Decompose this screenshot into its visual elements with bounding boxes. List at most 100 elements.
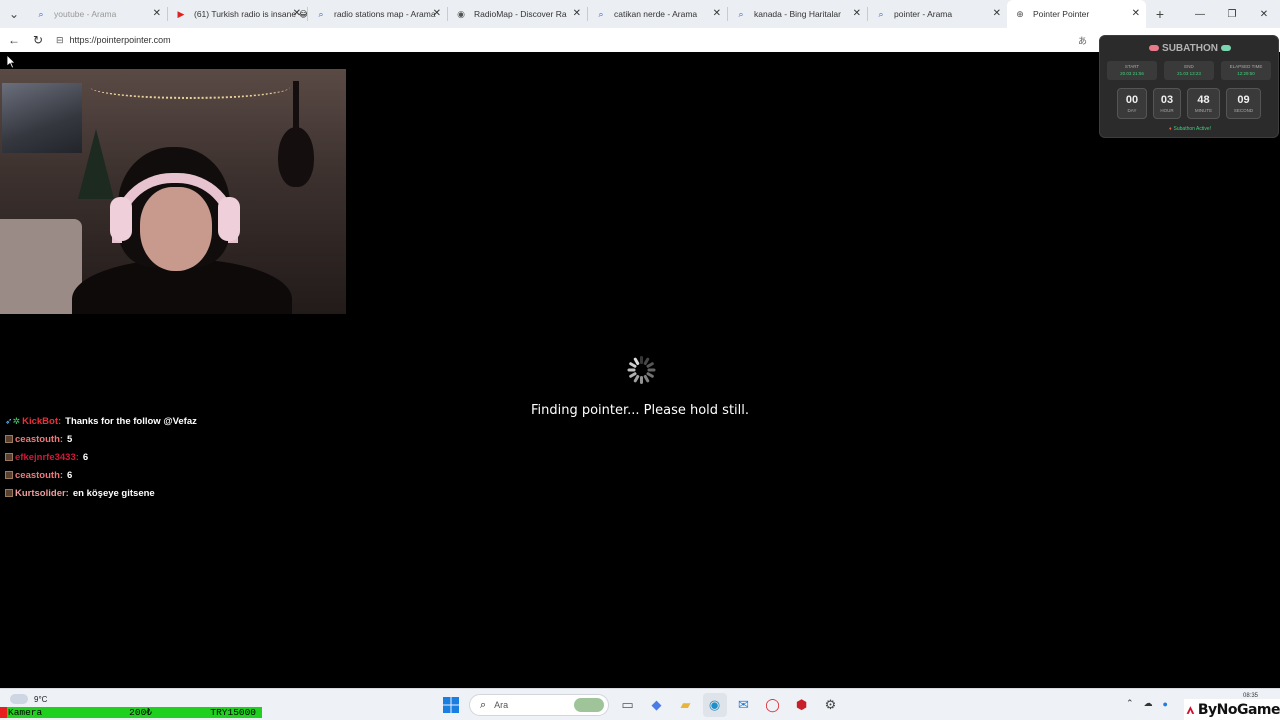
steam-button[interactable]: ⚙: [819, 693, 843, 717]
chat-username: ceastouth:: [15, 469, 64, 481]
refresh-button[interactable]: ↻: [26, 28, 50, 52]
minimize-button[interactable]: —: [1184, 0, 1216, 28]
tab-1[interactable]: ▶ (61) Turkish radio is insane 😂 ✕: [168, 0, 307, 28]
chevron-up-icon[interactable]: ⌃: [1126, 698, 1134, 709]
close-tab-icon[interactable]: ✕: [993, 8, 1001, 19]
opera-icon: ◯: [765, 697, 780, 712]
windows-logo-icon: [442, 697, 459, 713]
page-viewport[interactable]: Finding pointer... Please hold still. ➶✲…: [0, 52, 1277, 686]
chat-message: Kurtsolider: en köşeye gitsene: [5, 484, 197, 502]
system-tray: ⌃ ☁ ●: [1126, 698, 1178, 709]
donation-amount: 200₺: [129, 707, 152, 718]
new-tab-button[interactable]: +: [1146, 6, 1174, 22]
tab-actions-menu-button[interactable]: ⌄: [0, 0, 28, 28]
weather-widget[interactable]: 9°C: [10, 694, 47, 704]
edge-button[interactable]: ◉: [702, 693, 727, 717]
taskbar-search-input[interactable]: ⌕ Ara: [469, 694, 609, 716]
mouse-cursor-icon: [7, 55, 16, 69]
subathon-title: SUBATHON: [1100, 43, 1280, 54]
chat-text: 6: [82, 451, 89, 463]
chat-username: KickBot:: [22, 415, 62, 427]
close-icon: [0, 707, 7, 718]
cloud-sync-icon[interactable]: ☁: [1144, 698, 1153, 709]
task-view-icon: ▭: [621, 697, 634, 712]
chevron-down-icon: ⌄: [8, 7, 20, 21]
plus-icon: +: [1155, 6, 1165, 22]
close-tab-icon[interactable]: ✕: [1132, 8, 1140, 19]
mail-button[interactable]: ✉: [732, 693, 756, 717]
search-icon: ⌕: [598, 8, 604, 19]
countdown-days: 00 DAY: [1117, 88, 1147, 119]
cloud-icon: [10, 694, 28, 704]
chat-username: Kurtsolider:: [15, 487, 69, 499]
gamepad-icon: [1220, 45, 1231, 52]
subathon-status: ♦ Subathon Active!: [1168, 126, 1212, 132]
user-badge-icon: [5, 489, 13, 497]
chat-text: Thanks for the follow @Vefaz: [65, 415, 197, 427]
tab-title: RadioMap - Discover Ra: [474, 9, 567, 19]
site-info-icon[interactable]: ⊟: [56, 35, 64, 46]
mail-icon: ✉: [738, 697, 749, 712]
chat-username: ceastouth:: [15, 433, 64, 445]
chat-overlay: ➶✲ KickBot: Thanks for the follow @Vefaz ce…: [5, 412, 197, 502]
url-field[interactable]: ⊟ https://pointerpointer.com: [56, 35, 171, 46]
tab-5[interactable]: ⌕ kanada - Bing Haritalar ✕: [728, 0, 867, 28]
window-controls: — ❐ ✕: [1184, 0, 1280, 28]
chat-message: ➶✲ KickBot: Thanks for the follow @Vefaz: [5, 412, 197, 430]
close-tab-icon[interactable]: ✕: [293, 8, 301, 19]
tab-strip: ⌄ ⌕ youtube - Arama ✕ ▶ (61) Turkish radio i…: [0, 0, 1280, 28]
tab-4[interactable]: ⌕ catikan nerde - Arama ✕: [588, 0, 727, 28]
translate-icon[interactable]: あ: [1078, 34, 1087, 47]
countdown-hours: 03 HOUR: [1153, 88, 1181, 119]
search-icon: ⌕: [878, 8, 884, 19]
tab-title: pointer - Arama: [894, 9, 953, 19]
shield-icon: ⬢: [795, 697, 808, 712]
tab-3[interactable]: ◉ RadioMap - Discover Ra ✕: [448, 0, 587, 28]
chat-message: ceastouth: 6: [5, 466, 197, 484]
gamepad-icon: [1149, 45, 1160, 52]
search-highlight-icon: [574, 698, 604, 712]
search-icon: ⌕: [480, 698, 487, 711]
user-badge-icon: [5, 453, 13, 461]
chat-text: 6: [67, 469, 73, 481]
back-button[interactable]: ←: [2, 28, 26, 52]
file-explorer-button[interactable]: ▰: [674, 693, 698, 717]
opera-button[interactable]: ◯: [761, 693, 785, 717]
folder-icon: ▰: [680, 697, 691, 712]
address-bar: ← ↻ ⊟ https://pointerpointer.com あ: [0, 28, 1280, 52]
copilot-button[interactable]: ◆: [645, 693, 669, 717]
search-icon: ⌕: [38, 8, 44, 19]
tab-6[interactable]: ⌕ pointer - Arama ✕: [868, 0, 1007, 28]
chat-text: en köşeye gitsene: [72, 487, 155, 499]
app-red-button[interactable]: ⬢: [790, 693, 814, 717]
search-icon: ⌕: [318, 8, 324, 19]
camera-label: Kamera: [8, 707, 43, 718]
tab-title: kanada - Bing Haritalar: [754, 9, 841, 19]
close-tab-icon[interactable]: ✕: [713, 8, 721, 19]
webcam-feed: [0, 69, 346, 314]
chat-message: efkejnrfe3433: 6: [5, 448, 197, 466]
close-tab-icon[interactable]: ✕: [573, 8, 581, 19]
close-tab-icon[interactable]: ✕: [153, 8, 161, 19]
restore-button[interactable]: ❐: [1216, 0, 1248, 28]
subathon-start: START 20.03 21:56: [1107, 61, 1157, 80]
tab-0[interactable]: ⌕ youtube - Arama ✕: [28, 0, 167, 28]
start-button[interactable]: [439, 693, 463, 717]
tab-2[interactable]: ⌕ radio stations map - Arama ✕: [308, 0, 447, 28]
tab-title: catikan nerde - Arama: [614, 9, 698, 19]
user-badge-icon: [5, 435, 13, 443]
task-view-button[interactable]: ▭: [616, 693, 640, 717]
back-arrow-icon: ←: [8, 33, 20, 47]
subathon-widget: SUBATHON START 20.03 21:56 END 21.03 13:…: [1099, 35, 1279, 138]
close-tab-icon[interactable]: ✕: [433, 8, 441, 19]
close-window-button[interactable]: ✕: [1248, 0, 1280, 28]
chat-text: 5: [67, 433, 73, 445]
mic-icon[interactable]: ●: [1163, 699, 1168, 709]
bynogame-watermark: ByNoGame: [1184, 699, 1280, 720]
taskbar-apps: ⌕ Ara ▭ ◆ ▰ ◉ ✉ ◯ ⬢ ⚙: [436, 693, 845, 717]
refresh-icon: ↻: [32, 33, 44, 47]
youtube-icon: ▶: [177, 8, 185, 19]
tab-list: ⌕ youtube - Arama ✕ ▶ (61) Turkish radio is …: [28, 0, 1146, 28]
tab-7[interactable]: ⊕ Pointer Pointer ✕: [1007, 0, 1146, 28]
close-tab-icon[interactable]: ✕: [853, 8, 861, 19]
